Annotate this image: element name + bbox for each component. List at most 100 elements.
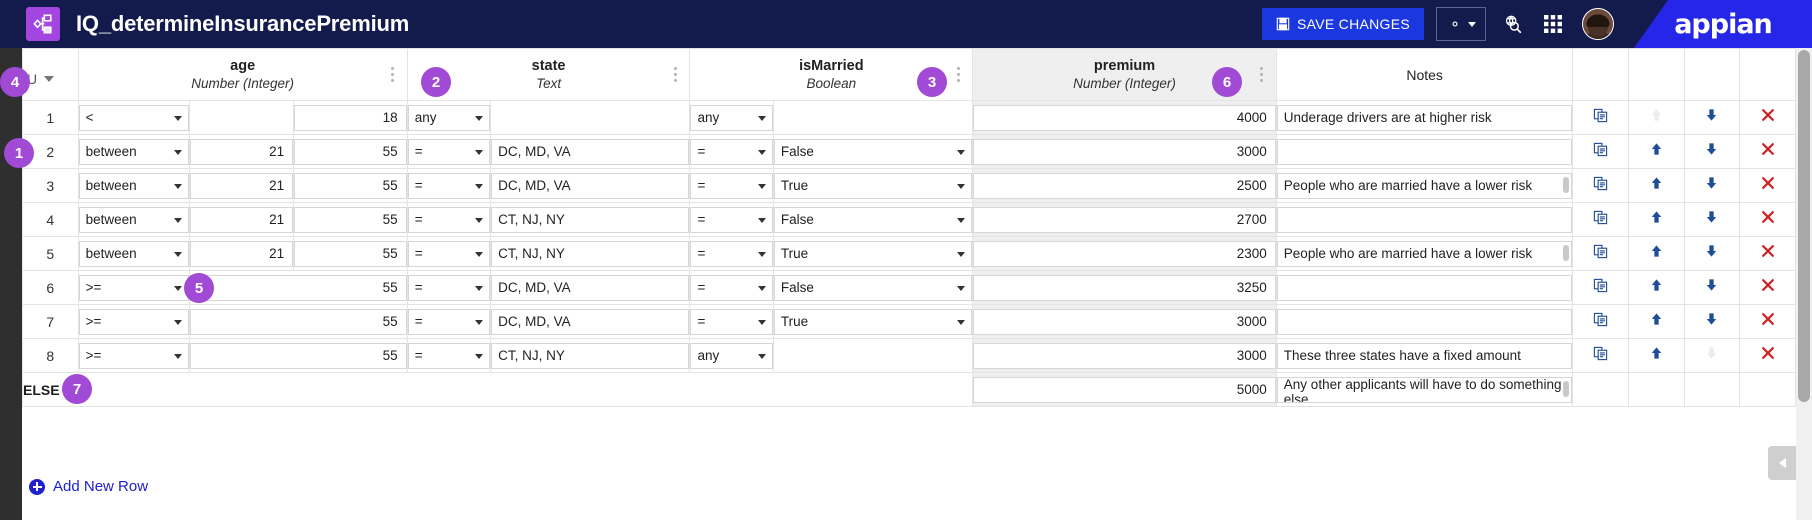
age-operator-select[interactable]: >= bbox=[78, 308, 189, 335]
delete-row-action[interactable] bbox=[1739, 100, 1796, 135]
age-value-input[interactable]: 55 bbox=[189, 308, 407, 335]
premium-input[interactable]: 4000 bbox=[973, 104, 1276, 131]
state-operator-select[interactable]: = bbox=[407, 240, 491, 267]
arrow-up-icon[interactable] bbox=[1649, 209, 1664, 225]
state-value-input[interactable]: DC, MD, VA bbox=[491, 274, 690, 301]
age-value-input[interactable]: 55 bbox=[189, 342, 407, 369]
move-row-down-action[interactable] bbox=[1683, 304, 1741, 339]
premium-input[interactable]: 3000 bbox=[973, 308, 1276, 335]
state-value-input[interactable]: CT, NJ, NY bbox=[491, 342, 690, 369]
kebab-menu-icon[interactable] bbox=[386, 66, 400, 84]
move-row-down-action[interactable] bbox=[1683, 100, 1741, 135]
duplicate-icon[interactable] bbox=[1593, 244, 1608, 259]
move-row-up-action[interactable] bbox=[1628, 338, 1685, 373]
delete-x-icon[interactable] bbox=[1760, 277, 1776, 293]
delete-x-icon[interactable] bbox=[1760, 311, 1776, 327]
age-operator-select[interactable]: between bbox=[78, 138, 189, 165]
textarea-scrollbar[interactable] bbox=[1563, 244, 1570, 261]
vertical-scrollbar-thumb[interactable] bbox=[1798, 50, 1810, 402]
ismarried-value-select[interactable]: True bbox=[773, 172, 973, 199]
apps-grid-icon[interactable] bbox=[1540, 11, 1566, 37]
state-value-input[interactable]: DC, MD, VA bbox=[491, 308, 690, 335]
age-min-input[interactable]: 21 bbox=[189, 240, 294, 267]
premium-input[interactable]: 3000 bbox=[973, 342, 1276, 369]
delete-x-icon[interactable] bbox=[1760, 141, 1776, 157]
duplicate-icon[interactable] bbox=[1593, 346, 1608, 361]
move-row-up-action[interactable] bbox=[1628, 270, 1685, 305]
arrow-up-icon[interactable] bbox=[1649, 345, 1664, 361]
age-operator-select[interactable]: between bbox=[78, 172, 189, 199]
state-operator-select[interactable]: = bbox=[407, 274, 491, 301]
ismarried-operator-select[interactable]: = bbox=[690, 308, 773, 335]
ismarried-operator-select[interactable]: any bbox=[690, 342, 773, 369]
age-max-input[interactable]: 55 bbox=[294, 172, 407, 199]
age-min-input[interactable]: 21 bbox=[189, 206, 294, 233]
global-search-icon[interactable] bbox=[1500, 11, 1526, 37]
premium-input[interactable]: 2500 bbox=[973, 172, 1276, 199]
move-row-up-action[interactable] bbox=[1628, 134, 1685, 169]
state-operator-select[interactable]: = bbox=[407, 172, 491, 199]
ismarried-value-select[interactable]: True bbox=[773, 240, 973, 267]
arrow-up-icon[interactable] bbox=[1649, 141, 1664, 157]
age-operator-select[interactable]: >= bbox=[78, 342, 189, 369]
notes-input[interactable]: Underage drivers are at higher risk bbox=[1276, 104, 1573, 131]
duplicate-row-action[interactable] bbox=[1572, 270, 1630, 305]
premium-input[interactable]: 3000 bbox=[973, 138, 1276, 165]
delete-row-action[interactable] bbox=[1739, 134, 1796, 169]
add-new-row-button[interactable]: Add New Row bbox=[29, 478, 148, 495]
duplicate-row-action[interactable] bbox=[1572, 236, 1630, 271]
kebab-menu-icon[interactable] bbox=[1255, 66, 1269, 84]
delete-row-action[interactable] bbox=[1739, 304, 1796, 339]
age-min-input[interactable]: 21 bbox=[189, 172, 294, 199]
move-row-down-action[interactable] bbox=[1683, 134, 1741, 169]
age-operator-select[interactable]: between bbox=[78, 206, 189, 233]
arrow-down-icon[interactable] bbox=[1704, 277, 1719, 293]
notes-input[interactable] bbox=[1276, 138, 1573, 165]
notes-input[interactable]: People who are married have a lower risk bbox=[1276, 172, 1573, 199]
duplicate-row-action[interactable] bbox=[1572, 134, 1630, 169]
state-operator-select[interactable]: = bbox=[407, 342, 491, 369]
kebab-menu-icon[interactable] bbox=[951, 66, 965, 84]
arrow-down-icon[interactable] bbox=[1704, 141, 1719, 157]
ismarried-operator-select[interactable]: = bbox=[690, 274, 773, 301]
move-row-up-action[interactable] bbox=[1628, 202, 1685, 237]
ismarried-operator-select[interactable]: = bbox=[690, 240, 773, 267]
delete-row-action[interactable] bbox=[1739, 338, 1796, 373]
state-operator-select[interactable]: = bbox=[407, 138, 491, 165]
duplicate-row-action[interactable] bbox=[1572, 304, 1630, 339]
duplicate-icon[interactable] bbox=[1593, 142, 1608, 157]
state-operator-select[interactable]: any bbox=[407, 104, 491, 131]
age-operator-select[interactable]: between bbox=[78, 240, 189, 267]
age-max-input[interactable]: 55 bbox=[294, 138, 407, 165]
duplicate-icon[interactable] bbox=[1593, 176, 1608, 191]
ismarried-value-select[interactable]: False bbox=[773, 274, 973, 301]
state-value-input[interactable]: DC, MD, VA bbox=[491, 138, 690, 165]
textarea-scrollbar[interactable] bbox=[1563, 176, 1570, 193]
ismarried-operator-select[interactable]: = bbox=[690, 172, 773, 199]
notes-input[interactable]: These three states have a fixed amount bbox=[1276, 342, 1573, 369]
arrow-down-icon[interactable] bbox=[1704, 209, 1719, 225]
textarea-scrollbar[interactable] bbox=[1563, 380, 1570, 397]
notes-input[interactable] bbox=[1276, 274, 1573, 301]
settings-button[interactable] bbox=[1436, 7, 1486, 41]
premium-input[interactable]: 2700 bbox=[973, 206, 1276, 233]
notes-input[interactable] bbox=[1276, 308, 1573, 335]
arrow-down-icon[interactable] bbox=[1704, 243, 1719, 259]
ismarried-value-select[interactable]: False bbox=[773, 206, 973, 233]
units-dropdown[interactable]: U bbox=[27, 71, 55, 87]
arrow-down-icon[interactable] bbox=[1704, 107, 1719, 123]
ismarried-operator-select[interactable]: = bbox=[690, 138, 773, 165]
ismarried-value-select[interactable]: True bbox=[773, 308, 973, 335]
delete-x-icon[interactable] bbox=[1760, 209, 1776, 225]
arrow-up-icon[interactable] bbox=[1649, 175, 1664, 191]
delete-row-action[interactable] bbox=[1739, 236, 1796, 271]
delete-row-action[interactable] bbox=[1739, 270, 1796, 305]
duplicate-icon[interactable] bbox=[1593, 278, 1608, 293]
premium-input[interactable]: 2300 bbox=[973, 240, 1276, 267]
save-changes-button[interactable]: SAVE CHANGES bbox=[1261, 8, 1424, 40]
vertical-scrollbar[interactable] bbox=[1796, 48, 1812, 520]
delete-x-icon[interactable] bbox=[1760, 345, 1776, 361]
delete-row-action[interactable] bbox=[1739, 168, 1796, 203]
arrow-up-icon[interactable] bbox=[1649, 311, 1664, 327]
move-row-up-action[interactable] bbox=[1628, 304, 1685, 339]
